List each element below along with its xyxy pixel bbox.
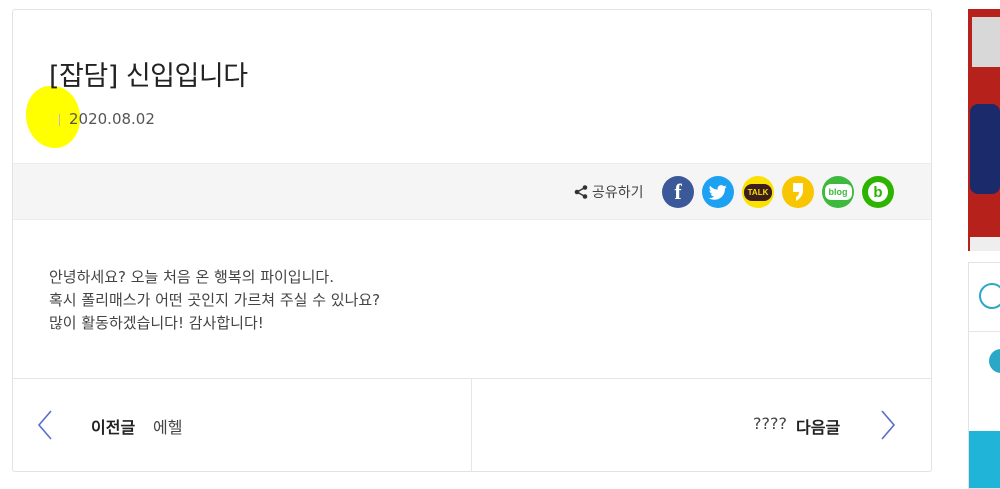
share-bar: 공유하기 f TALK blog b (13, 163, 931, 220)
sidebar-widget[interactable] (968, 262, 1000, 489)
widget-avatar (989, 349, 1000, 373)
band-glyph: b (868, 182, 888, 202)
post-body: 안녕하세요? 오늘 처음 온 행복의 파이입니다. 혹시 폴리매스가 어떤 곳인… (49, 266, 380, 335)
twitter-bird-icon (709, 184, 727, 200)
kakaostory-glyph (793, 183, 803, 201)
widget-button[interactable] (969, 431, 1000, 488)
naver-blog-icon[interactable]: blog (822, 176, 854, 208)
widget-logo-icon (979, 283, 1000, 309)
chevron-right-icon[interactable] (880, 409, 896, 441)
post-body-line: 많이 활동하겠습니다! 감사합니다! (49, 314, 264, 332)
share-icon (574, 185, 588, 199)
prev-post-label[interactable]: 이전글 (91, 414, 135, 438)
post-date: 2020.08.02 (69, 110, 155, 128)
twitter-icon[interactable] (702, 176, 734, 208)
post-body-line: 안녕하세요? 오늘 처음 온 행복의 파이입니다. (49, 268, 334, 286)
facebook-icon[interactable]: f (662, 176, 694, 208)
post-body-line: 혹시 폴리매스가 어떤 곳인지 가르쳐 주실 수 있나요? (49, 291, 381, 309)
kakaotalk-icon[interactable]: TALK (742, 176, 774, 208)
kakaotalk-glyph: TALK (743, 183, 773, 201)
ad-logo-block (972, 17, 1000, 67)
widget-divider (969, 331, 1000, 332)
prev-post-title[interactable]: 에헬 (153, 414, 182, 438)
share-label: 공유하기 (592, 185, 644, 201)
post-navigation: 이전글 에헬 ???? 다음글 (13, 378, 931, 471)
next-post-label[interactable]: 다음글 (796, 414, 840, 438)
facebook-glyph: f (674, 179, 682, 204)
band-icon[interactable]: b (862, 176, 894, 208)
sidebar-ad-banner[interactable] (968, 9, 1000, 251)
post-title: [잡담] 신입입니다 (49, 61, 248, 92)
kakaostory-icon[interactable] (782, 176, 814, 208)
ad-barcode (970, 237, 1000, 251)
next-post-title[interactable]: ???? (753, 414, 787, 433)
meta-separator (59, 114, 60, 126)
nav-divider (471, 379, 472, 471)
naver-blog-glyph: blog (824, 184, 852, 200)
post-card: [잡담] 신입입니다 2020.08.02 공유하기 f TALK blog b… (12, 9, 932, 472)
share-button[interactable]: 공유하기 (573, 182, 644, 202)
ad-artwork (970, 104, 1000, 194)
chevron-left-icon[interactable] (37, 409, 53, 441)
